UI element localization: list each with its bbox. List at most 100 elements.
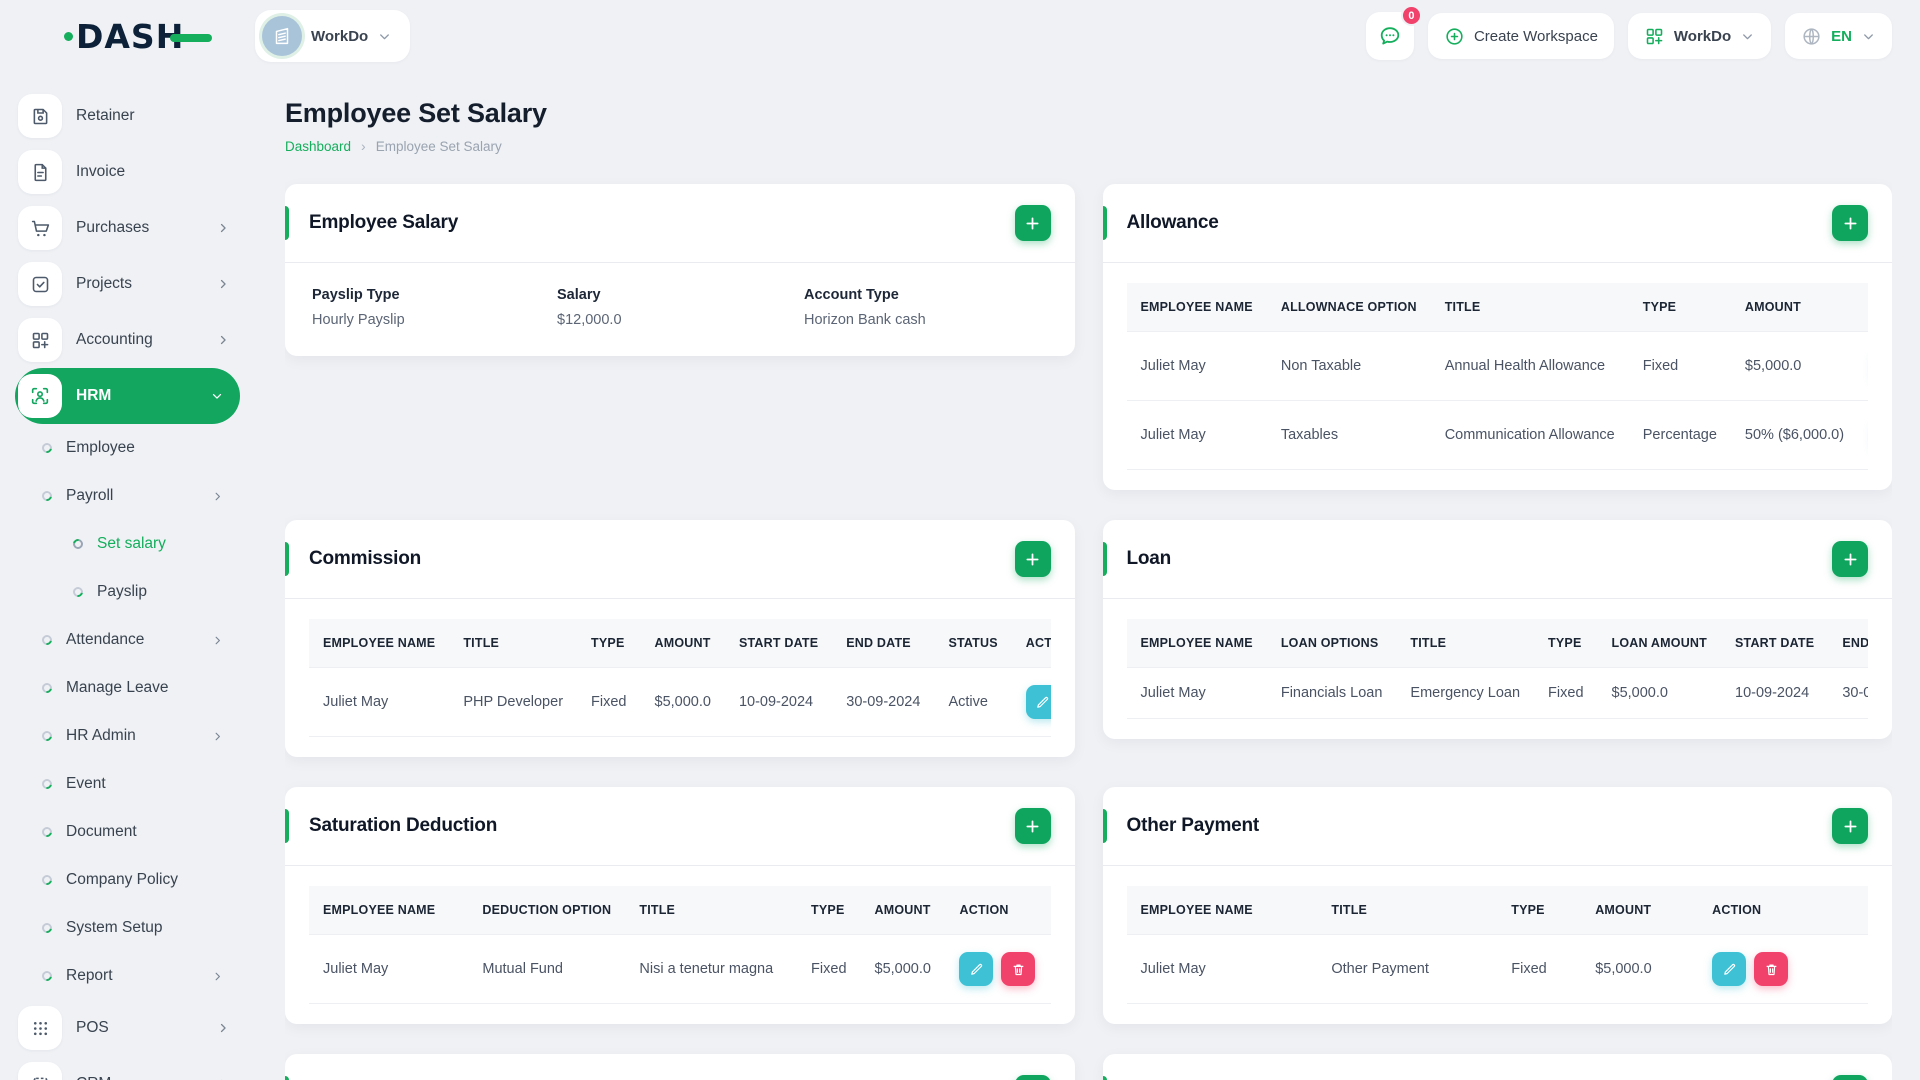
sidebar-item-label: Set salary xyxy=(97,535,166,552)
card-title: Commission xyxy=(309,548,422,569)
column-header: AMOUNT xyxy=(1581,886,1699,935)
payslip-type-field: Payslip Type Hourly Payslip xyxy=(312,287,557,328)
field-value: $12,000.0 xyxy=(557,312,622,328)
card-overtime: Overtime xyxy=(285,1054,1075,1080)
sidebar-item-label: Report xyxy=(66,967,113,984)
table-row: Juliet May Mutual Fund Nisi a tenetur ma… xyxy=(309,934,1051,1004)
delete-button[interactable] xyxy=(1001,952,1036,986)
account-type-field: Account Type Horizon Bank cash xyxy=(804,287,926,328)
sidebar-item-report[interactable]: Report xyxy=(15,952,240,1000)
column-header: TYPE xyxy=(797,886,861,935)
sidebar-item-crm[interactable]: CRM xyxy=(15,1056,240,1080)
column-header: TITLE xyxy=(1430,283,1629,332)
sidebar-item-system-setup[interactable]: System Setup xyxy=(15,904,240,952)
bullet-icon xyxy=(40,633,54,647)
column-header: TYPE xyxy=(577,619,641,668)
sidebar-item-employee[interactable]: Employee xyxy=(15,424,240,472)
language-selector[interactable]: EN xyxy=(1785,13,1892,59)
sidebar-item-company-policy[interactable]: Company Policy xyxy=(15,856,240,904)
sidebar-item-document[interactable]: Document xyxy=(15,808,240,856)
add-loan-button[interactable] xyxy=(1832,541,1868,577)
frame-icon xyxy=(18,1062,62,1080)
card-company-contribution: Company Contribution xyxy=(1102,1054,1892,1080)
cell-start-date: 10-09-2024 xyxy=(1721,667,1829,719)
sidebar-item-retainer[interactable]: Retainer xyxy=(15,88,240,144)
messages-badge: 0 xyxy=(1400,5,1422,26)
edit-button[interactable] xyxy=(959,952,994,986)
cards-grid: Employee Salary Payslip Type Hourly Pays… xyxy=(285,184,1892,1080)
loan-table: EMPLOYEE NAME LOAN OPTIONS TITLE TYPE LO… xyxy=(1126,619,1868,719)
card-header: Other Payment xyxy=(1102,787,1892,866)
cell-loan-option: Financials Loan xyxy=(1266,667,1397,719)
column-header: START DATE xyxy=(1721,619,1829,668)
card-header: Loan xyxy=(1102,520,1892,599)
add-saturation-deduction-button[interactable] xyxy=(1014,808,1051,844)
bullet-icon xyxy=(71,585,85,599)
sidebar-item-manage-leave[interactable]: Manage Leave xyxy=(15,664,240,712)
plus-icon xyxy=(1023,214,1042,233)
cell-title: Nisi a tenetur magna xyxy=(625,934,798,1004)
cell-deduction-option: Mutual Fund xyxy=(468,934,626,1004)
workspace-selector[interactable]: WorkDo xyxy=(255,10,411,62)
edit-button[interactable] xyxy=(1712,952,1747,986)
cell-allowance-option: Taxables xyxy=(1266,400,1431,470)
edit-button[interactable] xyxy=(1025,685,1051,719)
add-overtime-button[interactable] xyxy=(1014,1075,1051,1080)
sidebar-item-label: Attendance xyxy=(66,631,145,648)
chevron-right-icon xyxy=(211,730,224,743)
column-header: LOAN AMOUNT xyxy=(1597,619,1721,668)
sidebar-item-payslip[interactable]: Payslip xyxy=(15,568,240,616)
sidebar-item-label: Projects xyxy=(76,275,132,292)
column-header: EMPLOYEE NAME xyxy=(1126,886,1318,935)
column-header: TITLE xyxy=(1317,886,1498,935)
saturation-deduction-table: EMPLOYEE NAME DEDUCTION OPTION TITLE TYP… xyxy=(309,886,1051,1004)
add-commission-button[interactable] xyxy=(1014,541,1051,577)
globe-icon xyxy=(1801,26,1822,47)
messages-button[interactable]: 0 xyxy=(1365,5,1422,60)
add-company-contribution-button[interactable] xyxy=(1832,1075,1868,1080)
create-workspace-button[interactable]: Create Workspace xyxy=(1427,13,1614,59)
chevron-right-icon xyxy=(216,277,230,291)
user-scan-icon xyxy=(18,374,62,418)
apps-menu-button[interactable]: WorkDo xyxy=(1627,13,1772,59)
field-label: Salary xyxy=(557,287,601,303)
sidebar-item-purchases[interactable]: Purchases xyxy=(15,200,240,256)
app-logo[interactable]: DASH xyxy=(64,17,213,56)
sidebar-item-payroll[interactable]: Payroll xyxy=(15,472,240,520)
file-icon xyxy=(18,150,62,194)
cell-title: Communication Allowance xyxy=(1430,400,1629,470)
sidebar-item-label: System Setup xyxy=(66,919,163,936)
table-row: Juliet May Non Taxable Annual Health All… xyxy=(1126,331,1868,401)
sidebar-item-label: Manage Leave xyxy=(66,679,169,696)
add-other-payment-button[interactable] xyxy=(1832,808,1868,844)
sidebar: Retainer Invoice Purchases Projects Acco… xyxy=(0,72,255,1080)
add-allowance-button[interactable] xyxy=(1832,205,1868,241)
sidebar-item-hr-admin[interactable]: HR Admin xyxy=(15,712,240,760)
sidebar-item-label: CRM xyxy=(76,1075,111,1080)
sidebar-item-set-salary[interactable]: Set salary xyxy=(15,520,240,568)
add-employee-salary-button[interactable] xyxy=(1014,205,1051,241)
topbar: DASH WorkDo 0 Create Workspace WorkDo EN xyxy=(0,0,1920,72)
table-header-row: EMPLOYEE NAME ALLOWNACE OPTION TITLE TYP… xyxy=(1126,283,1868,332)
bullet-icon xyxy=(71,537,85,551)
sidebar-item-event[interactable]: Event xyxy=(15,760,240,808)
sidebar-item-accounting[interactable]: Accounting xyxy=(15,312,240,368)
card-employee-salary: Employee Salary Payslip Type Hourly Pays… xyxy=(285,184,1075,356)
card-saturation-deduction: Saturation Deduction EMPLOYEE NAME DEDUC… xyxy=(285,787,1075,1024)
sidebar-item-hrm[interactable]: HRM xyxy=(15,368,240,424)
breadcrumb-dashboard-link[interactable]: Dashboard xyxy=(285,139,351,154)
sidebar-item-projects[interactable]: Projects xyxy=(15,256,240,312)
sidebar-item-label: Document xyxy=(66,823,137,840)
chevron-right-icon xyxy=(216,333,230,347)
other-payment-table: EMPLOYEE NAME TITLE TYPE AMOUNT ACTION J… xyxy=(1126,886,1868,1004)
plus-icon xyxy=(1023,550,1042,569)
cell-amount: 50% ($6,000.0) xyxy=(1730,400,1859,470)
field-label: Payslip Type xyxy=(312,287,400,303)
cell-end-date: 30-09-2024 xyxy=(832,667,935,737)
delete-button[interactable] xyxy=(1754,952,1789,986)
card-title: Loan xyxy=(1126,548,1172,569)
sidebar-item-invoice[interactable]: Invoice xyxy=(15,144,240,200)
sidebar-item-pos[interactable]: POS xyxy=(15,1000,240,1056)
sidebar-item-attendance[interactable]: Attendance xyxy=(15,616,240,664)
bullet-icon xyxy=(40,489,54,503)
